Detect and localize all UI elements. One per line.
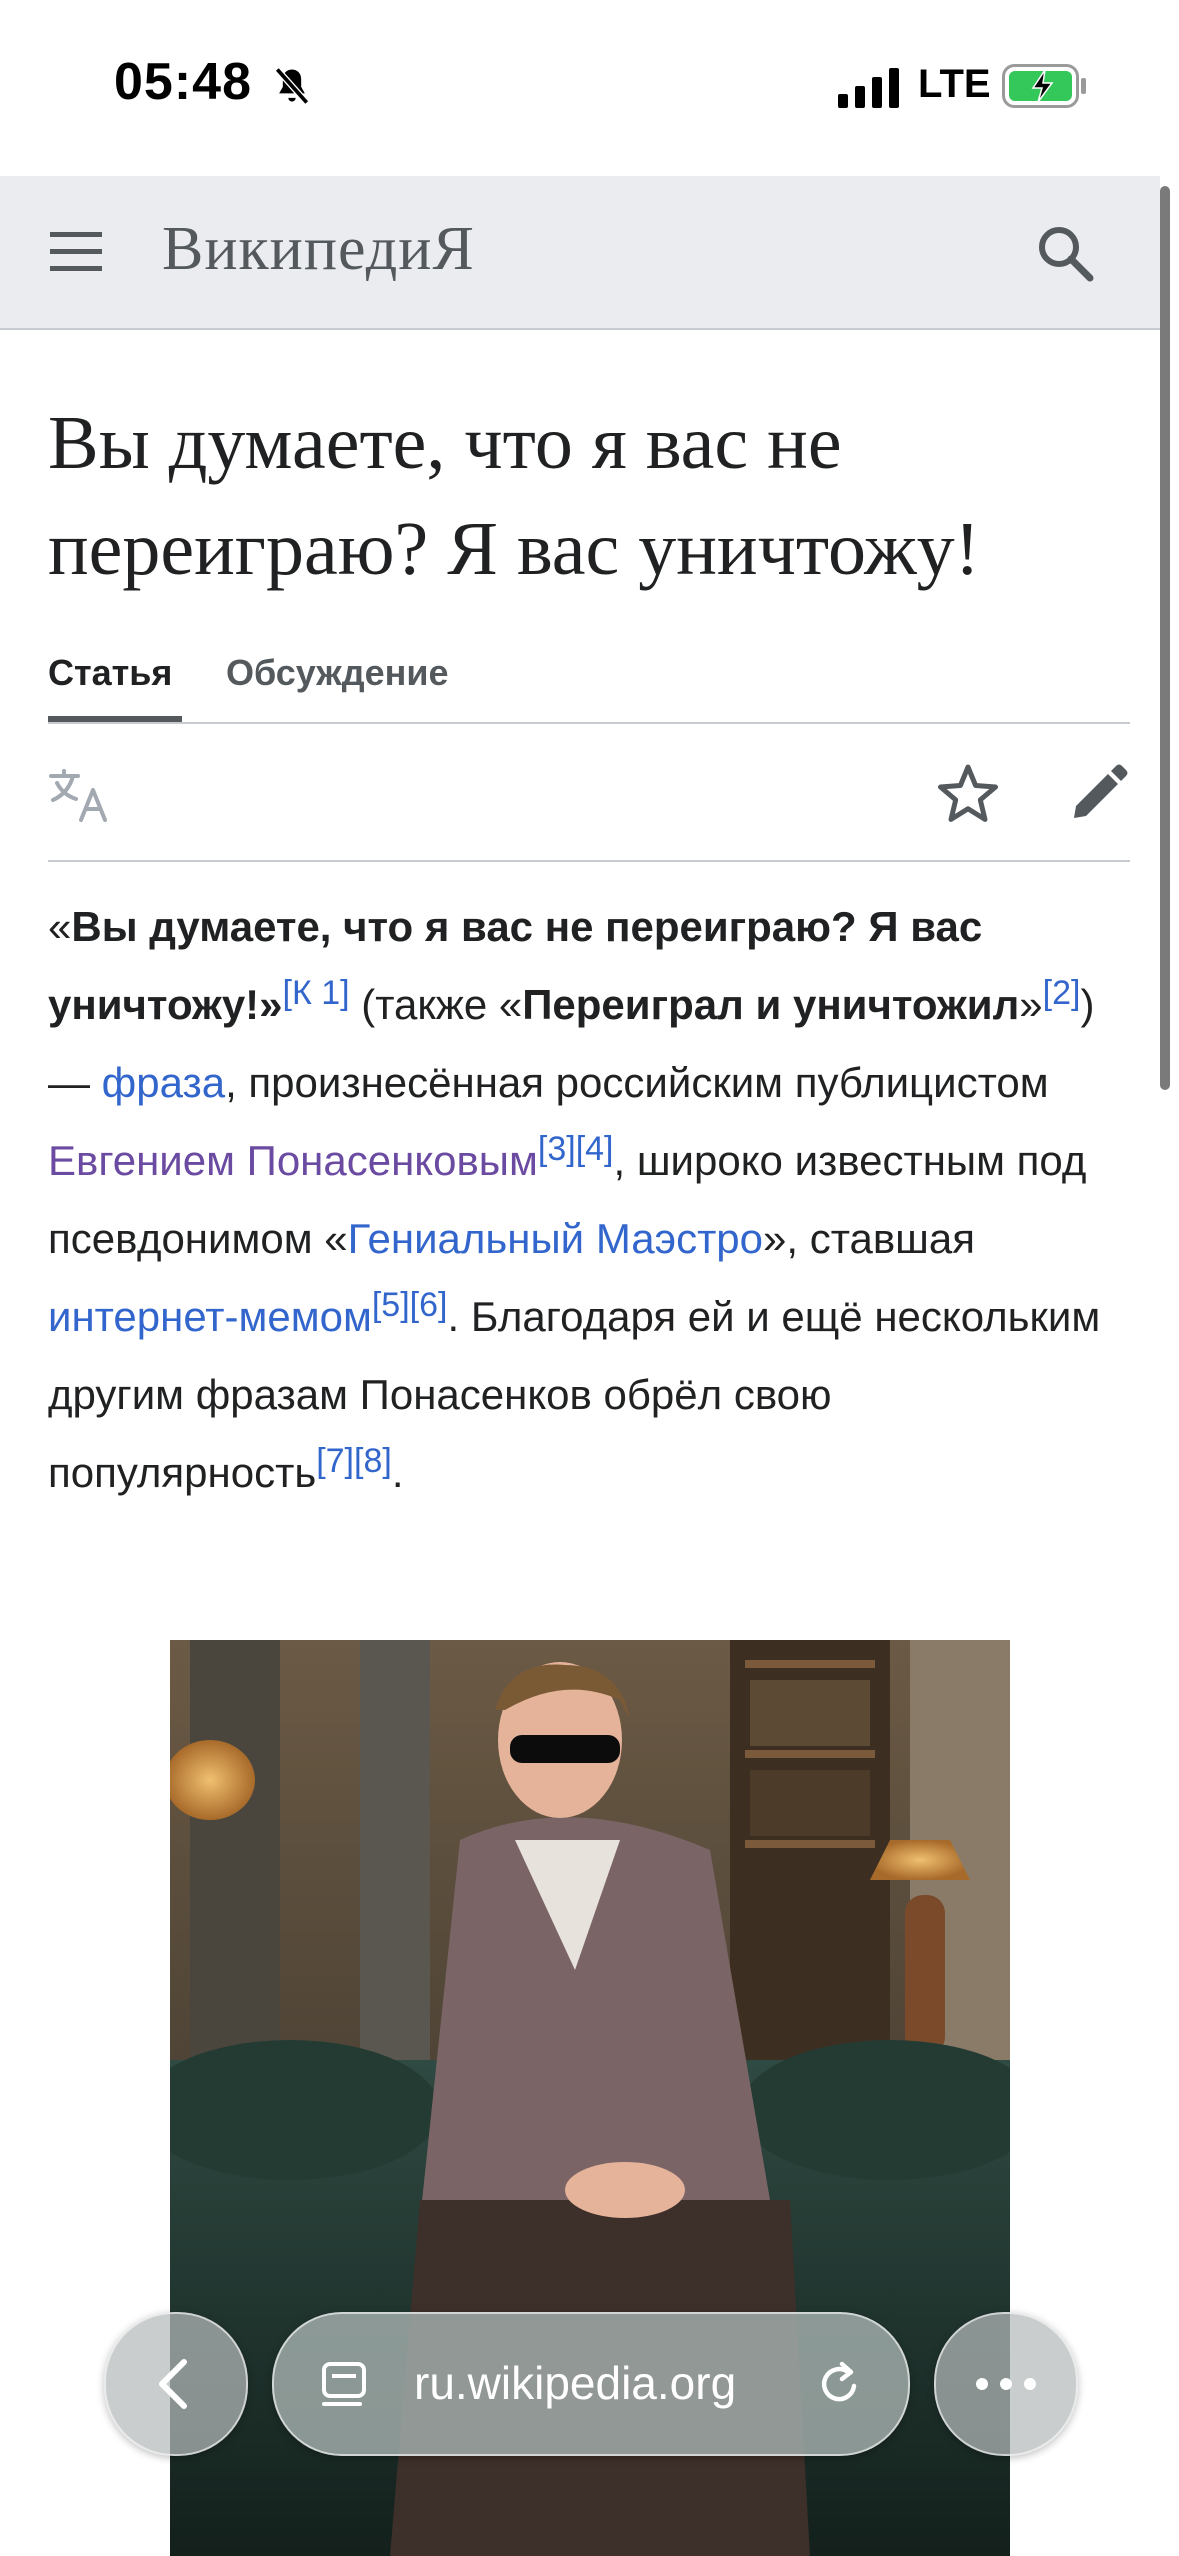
battery-charging-icon [1002,64,1086,108]
status-bar: 05:48 LTE [0,0,1179,176]
link-maestro[interactable]: Гениальный Маэстро [348,1215,763,1262]
quote-open: « [48,903,72,950]
chevron-left-icon [159,2359,187,2409]
also-text: (также « [349,981,523,1028]
bell-muted-icon [274,67,310,105]
ref-5-link[interactable]: [5] [372,1286,410,1324]
watch-star-icon[interactable] [936,762,1000,826]
ref-6-link[interactable]: [6] [410,1286,448,1324]
alt-quote-close: » [1019,981,1043,1028]
text-3: », ставшая [763,1215,975,1262]
edit-pencil-icon[interactable] [1070,762,1130,822]
network-type: LTE [918,62,991,106]
link-meme[interactable]: интернет-мемом [48,1293,372,1340]
hamburger-menu-icon[interactable] [46,224,106,280]
page-title: Вы думаете, что я вас не переиграю? Я ва… [48,401,980,591]
quote-close: » [259,981,283,1028]
reload-icon[interactable] [814,2358,866,2410]
link-phrase[interactable]: фраза [102,1059,225,1106]
status-time: 05:48 [114,53,252,111]
ref-3-link[interactable]: [3] [538,1130,576,1168]
active-tab-indicator [48,716,182,722]
text-1: , произнесённая российским публицистом [225,1059,1049,1106]
tab-article[interactable]: Статья [48,652,172,694]
link-person[interactable]: Евгением Понасенковым [48,1137,538,1184]
url-text: ru.wikipedia.org [414,2357,737,2409]
ref-2-link[interactable]: [2] [1043,974,1081,1012]
page-actions [48,724,1130,862]
ref-k1-link[interactable]: [К 1] [283,974,350,1012]
address-bar[interactable]: ru.wikipedia.org [272,2312,910,2456]
wikipedia-logo[interactable]: ВикипедиЯ [162,214,475,285]
ref-4-link[interactable]: [4] [576,1130,614,1168]
text-5: . [391,1449,404,1496]
page-format-icon[interactable] [318,2358,370,2410]
search-icon[interactable] [1034,222,1096,284]
alt-phrase-bold: Переиграл и уничтожил [522,981,1020,1028]
back-button[interactable] [104,2312,248,2456]
language-icon[interactable] [48,768,110,824]
page-scrollbar[interactable] [1160,186,1170,1090]
site-header: ВикипедиЯ [0,176,1160,330]
ref-8-link[interactable]: [8] [354,1442,392,1480]
ref-7-link[interactable]: [7] [316,1442,354,1480]
ellipsis-icon [976,2378,1036,2390]
more-button[interactable] [934,2312,1078,2456]
cellular-signal-icon [838,68,899,108]
lead-paragraph: «Вы думаете, что я вас не переиграю? Я в… [48,888,1148,1512]
tab-talk[interactable]: Обсуждение [226,652,449,694]
article-tabs: Статья Обсуждение [48,640,1130,724]
